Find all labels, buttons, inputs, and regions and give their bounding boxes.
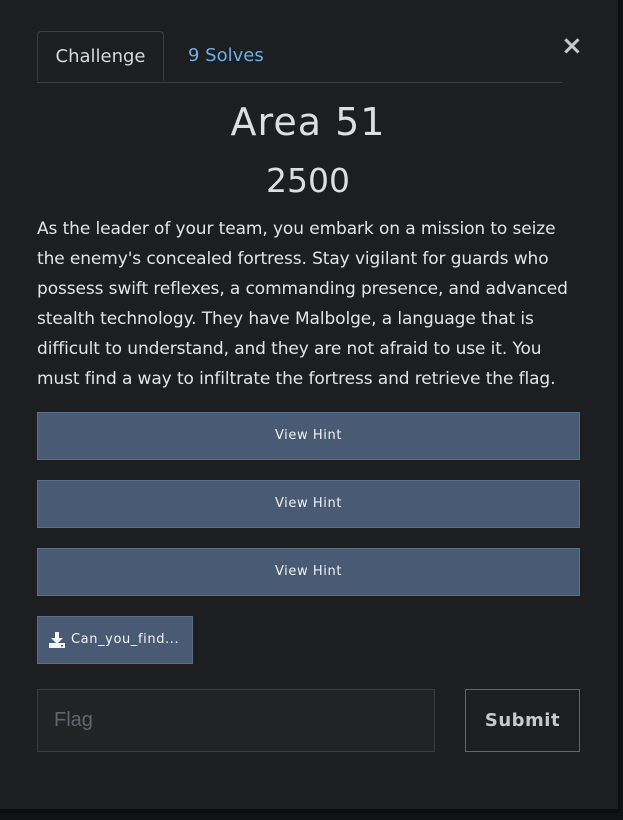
- tab-solves[interactable]: 9 Solves: [188, 31, 264, 81]
- challenge-tabs: Challenge 9 Solves: [37, 31, 562, 83]
- view-hint-button-1[interactable]: View Hint: [37, 412, 580, 460]
- submit-button[interactable]: Submit: [465, 689, 580, 752]
- challenge-description: As the leader of your team, you embark o…: [37, 219, 568, 389]
- view-hint-button-2[interactable]: View Hint: [37, 480, 580, 528]
- tab-challenge[interactable]: Challenge: [37, 31, 164, 81]
- download-icon: [49, 632, 65, 648]
- file-download-button[interactable]: Can_you_find...: [37, 616, 193, 664]
- close-icon[interactable]: ×: [561, 31, 583, 61]
- view-hint-button-3[interactable]: View Hint: [37, 548, 580, 596]
- challenge-points: 2500: [266, 161, 350, 200]
- challenge-modal: Challenge 9 Solves × Area 51 2500 As the…: [0, 0, 620, 813]
- challenge-title: Area 51: [230, 100, 386, 144]
- flag-input[interactable]: [37, 689, 435, 752]
- file-name: Can_you_find...: [71, 632, 180, 647]
